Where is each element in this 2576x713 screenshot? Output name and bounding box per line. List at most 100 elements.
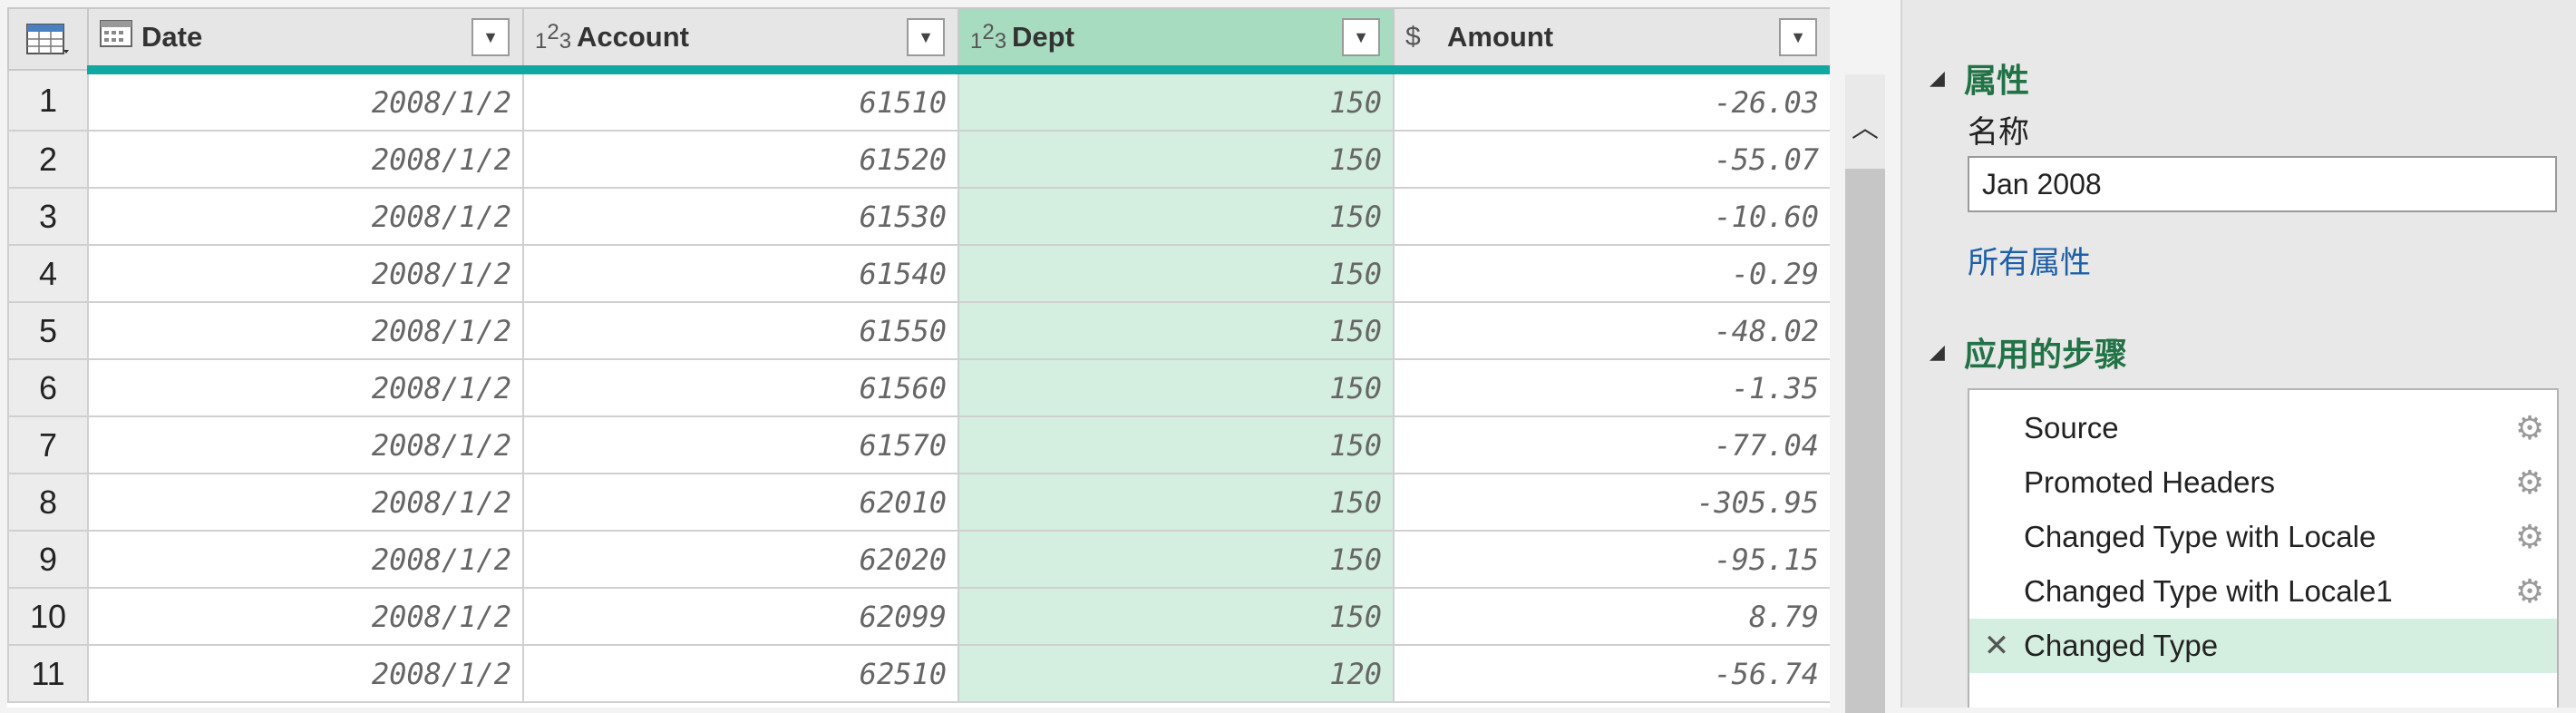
chevron-up-icon: ︿ — [1852, 113, 1879, 143]
cell-date[interactable]: 2008/1/2 — [87, 644, 524, 703]
filter-dropdown-button[interactable]: ▼ — [471, 18, 510, 56]
row-number[interactable]: 11 — [7, 644, 89, 703]
cell-amount[interactable]: -77.04 — [1393, 415, 1830, 474]
query-name-input[interactable] — [1968, 156, 2557, 212]
table-row[interactable]: 2 2008/1/2 61520 150 -55.07 — [7, 130, 1830, 189]
cell-date[interactable]: 2008/1/2 — [87, 130, 524, 189]
scroll-up-button[interactable]: ︿ — [1845, 102, 1885, 149]
cell-account[interactable]: 62099 — [522, 587, 959, 646]
cell-account[interactable]: 61510 — [522, 65, 959, 132]
row-number[interactable]: 4 — [7, 244, 89, 303]
cell-date[interactable]: 2008/1/2 — [87, 244, 524, 303]
cell-dept[interactable]: 150 — [957, 65, 1395, 132]
applied-steps-section-header[interactable]: ◢ 应用的步骤 — [1930, 328, 2127, 376]
applied-step-active[interactable]: ✕ Changed Type — [1969, 619, 2557, 673]
properties-section-header[interactable]: ◢ 属性 — [1930, 54, 2029, 102]
applied-step[interactable]: Source ⚙ — [1969, 401, 2557, 455]
cell-amount[interactable]: -1.35 — [1393, 358, 1830, 417]
properties-title: 属性 — [1964, 63, 2030, 100]
cell-dept[interactable]: 150 — [957, 530, 1395, 589]
table-row[interactable]: 9 2008/1/2 62020 150 -95.15 — [7, 530, 1830, 589]
cell-date[interactable]: 2008/1/2 — [87, 65, 524, 132]
cell-date[interactable]: 2008/1/2 — [87, 530, 524, 589]
cell-amount[interactable]: -48.02 — [1393, 301, 1830, 360]
table-row[interactable]: 10 2008/1/2 62099 150 8.79 — [7, 587, 1830, 646]
delete-step-icon[interactable]: ✕ — [1969, 628, 2024, 664]
cell-amount[interactable]: -0.29 — [1393, 244, 1830, 303]
cell-date[interactable]: 2008/1/2 — [87, 415, 524, 474]
row-number[interactable]: 9 — [7, 530, 89, 589]
cell-date[interactable]: 2008/1/2 — [87, 187, 524, 246]
cell-dept[interactable]: 150 — [957, 415, 1395, 474]
gear-icon[interactable]: ⚙ — [2503, 572, 2557, 610]
cell-dept[interactable]: 150 — [957, 587, 1395, 646]
row-number[interactable]: 6 — [7, 358, 89, 417]
cell-account[interactable]: 61520 — [522, 130, 959, 189]
cell-date[interactable]: 2008/1/2 — [87, 358, 524, 417]
cell-amount[interactable]: -56.74 — [1393, 644, 1830, 703]
cell-amount[interactable]: 8.79 — [1393, 587, 1830, 646]
cell-dept[interactable]: 150 — [957, 244, 1395, 303]
cell-date[interactable]: 2008/1/2 — [87, 301, 524, 360]
cell-account[interactable]: 62010 — [522, 473, 959, 532]
cell-date[interactable]: 2008/1/2 — [87, 473, 524, 532]
row-number[interactable]: 1 — [7, 69, 89, 132]
name-label: 名称 — [1968, 114, 2029, 151]
step-label: Changed Type — [2024, 629, 2219, 662]
cell-dept[interactable]: 150 — [957, 130, 1395, 189]
table-row[interactable]: 1 2008/1/2 61510 150 -26.03 — [7, 65, 1830, 132]
cell-amount[interactable]: -26.03 — [1393, 65, 1830, 132]
vertical-scrollbar[interactable]: ︿ — [1845, 74, 1885, 713]
cell-dept[interactable]: 150 — [957, 473, 1395, 532]
table-row[interactable]: 5 2008/1/2 61550 150 -48.02 — [7, 301, 1830, 360]
row-number[interactable]: 7 — [7, 415, 89, 474]
row-number[interactable]: 2 — [7, 130, 89, 189]
cell-account[interactable]: 62020 — [522, 530, 959, 589]
column-header-dept[interactable]: 123 Dept ▼ — [957, 7, 1395, 73]
cell-dept[interactable]: 150 — [957, 358, 1395, 417]
cell-dept[interactable]: 120 — [957, 644, 1395, 703]
gear-icon[interactable]: ⚙ — [2503, 464, 2557, 502]
filter-dropdown-button[interactable]: ▼ — [1342, 18, 1380, 56]
cell-amount[interactable]: -95.15 — [1393, 530, 1830, 589]
row-number[interactable]: 5 — [7, 301, 89, 360]
cell-amount[interactable]: -55.07 — [1393, 130, 1830, 189]
cell-account[interactable]: 61530 — [522, 187, 959, 246]
filter-dropdown-button[interactable]: ▼ — [907, 18, 945, 56]
cell-date[interactable]: 2008/1/2 — [87, 587, 524, 646]
row-number[interactable]: 8 — [7, 473, 89, 532]
chevron-down-icon: ▼ — [482, 27, 499, 46]
table-row[interactable]: 6 2008/1/2 61560 150 -1.35 — [7, 358, 1830, 417]
gear-icon[interactable]: ⚙ — [2503, 518, 2557, 556]
cell-amount[interactable]: -305.95 — [1393, 473, 1830, 532]
column-header-amount[interactable]: $ Amount ▼ — [1393, 7, 1830, 73]
cell-account[interactable]: 61540 — [522, 244, 959, 303]
row-number[interactable]: 10 — [7, 587, 89, 646]
step-label: Changed Type with Locale — [2024, 520, 2377, 553]
collapse-triangle-icon: ◢ — [1930, 66, 1945, 90]
applied-step[interactable]: Promoted Headers ⚙ — [1969, 455, 2557, 510]
data-grid: Date ▼ 123 Account ▼ 123 Dept ▼ $ Amount… — [7, 7, 1830, 708]
cell-account[interactable]: 61560 — [522, 358, 959, 417]
cell-account[interactable]: 62510 — [522, 644, 959, 703]
column-header-account[interactable]: 123 Account ▼ — [522, 7, 959, 73]
table-row[interactable]: 7 2008/1/2 61570 150 -77.04 — [7, 415, 1830, 474]
cell-dept[interactable]: 150 — [957, 187, 1395, 246]
cell-dept[interactable]: 150 — [957, 301, 1395, 360]
applied-step[interactable]: Changed Type with Locale ⚙ — [1969, 510, 2557, 564]
scrollbar-thumb[interactable] — [1845, 169, 1885, 713]
cell-account[interactable]: 61550 — [522, 301, 959, 360]
filter-dropdown-button[interactable]: ▼ — [1779, 18, 1817, 56]
table-row[interactable]: 11 2008/1/2 62510 120 -56.74 — [7, 644, 1830, 703]
row-number[interactable]: 3 — [7, 187, 89, 246]
cell-account[interactable]: 61570 — [522, 415, 959, 474]
cell-amount[interactable]: -10.60 — [1393, 187, 1830, 246]
table-menu-button[interactable] — [7, 7, 89, 71]
column-header-date[interactable]: Date ▼ — [87, 7, 524, 73]
table-row[interactable]: 8 2008/1/2 62010 150 -305.95 — [7, 473, 1830, 532]
table-row[interactable]: 4 2008/1/2 61540 150 -0.29 — [7, 244, 1830, 303]
gear-icon[interactable]: ⚙ — [2503, 409, 2557, 447]
table-row[interactable]: 3 2008/1/2 61530 150 -10.60 — [7, 187, 1830, 246]
applied-step[interactable]: Changed Type with Locale1 ⚙ — [1969, 564, 2557, 619]
all-properties-link[interactable]: 所有属性 — [1968, 238, 2091, 282]
